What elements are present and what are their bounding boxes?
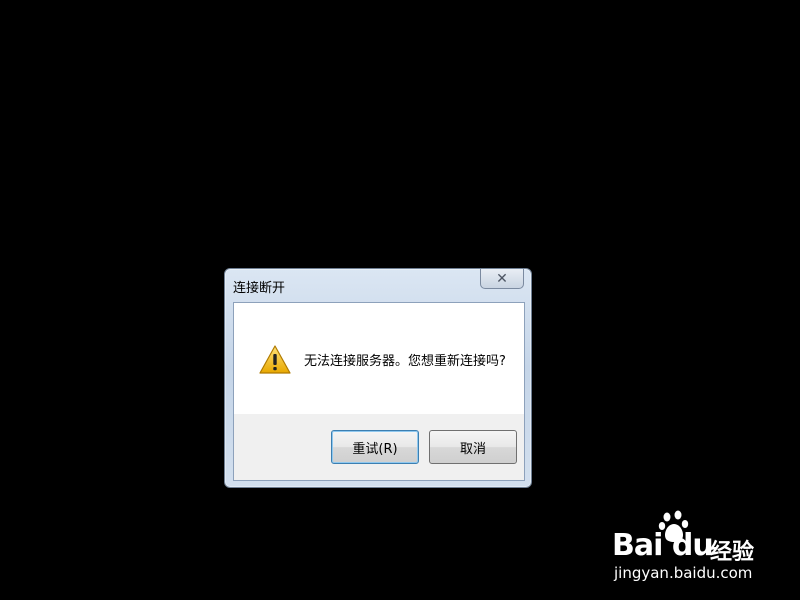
close-button[interactable]: ✕ [480, 269, 524, 289]
baidu-jingyan-watermark: Bai du 经验 jingyan.baidu.com [612, 510, 762, 590]
watermark-cn: 经验 [710, 540, 755, 565]
watermark-brand: Bai du [612, 528, 714, 563]
retry-button[interactable]: 重试(R) [331, 430, 419, 464]
close-icon: ✕ [496, 270, 508, 287]
message-area: 无法连接服务器。您想重新连接吗? [234, 303, 524, 414]
dialog-title: 连接断开 [233, 281, 286, 296]
warning-icon [259, 345, 291, 374]
watermark-url: jingyan.baidu.com [614, 564, 753, 582]
disconnect-dialog: 连接断开 ✕ 无法连接服务器。您想重新连接吗? 重试(R) 取消 [224, 268, 532, 488]
dialog-client-area: 无法连接服务器。您想重新连接吗? 重试(R) 取消 [233, 302, 525, 481]
dialog-message: 无法连接服务器。您想重新连接吗? [304, 354, 506, 369]
cancel-button[interactable]: 取消 [429, 430, 517, 464]
